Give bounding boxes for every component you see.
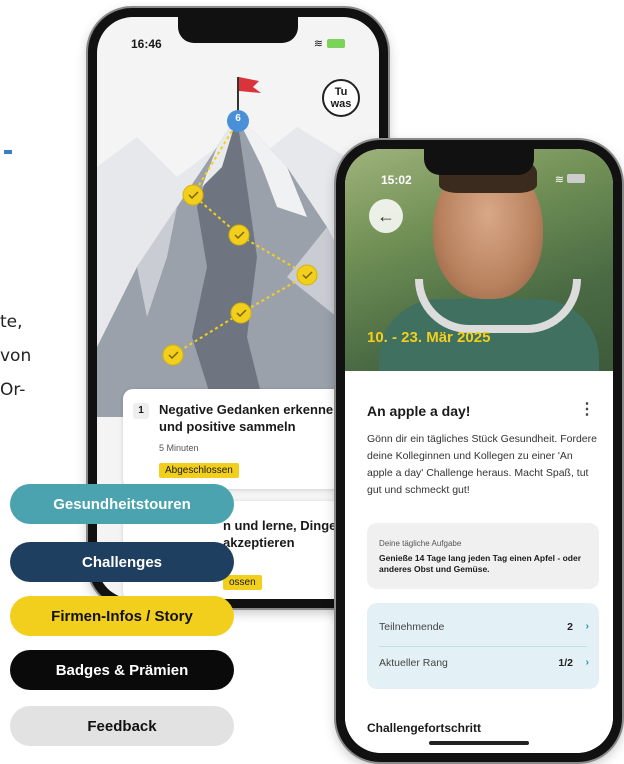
menu-challenges-button[interactable]: Challenges (10, 542, 234, 582)
home-indicator (429, 741, 529, 745)
phone-notch (178, 17, 298, 43)
more-options-icon[interactable]: ⋮ (579, 399, 595, 419)
wifi-icon: ≋ (313, 38, 323, 50)
challenge-title: An apple a day! (367, 403, 471, 419)
status-icons: ≋ (555, 173, 585, 186)
challenge-description: Gönn dir ein tägliches Stück Gesundheit.… (367, 433, 597, 496)
daily-task-box: Deine tägliche Aufgabe Genieße 14 Tage l… (367, 523, 599, 589)
chevron-right-icon: › (585, 620, 590, 632)
task-duration: 5 Minuten (159, 443, 199, 453)
daily-task-label: Deine tägliche Aufgabe (379, 539, 462, 548)
phone-notch (424, 149, 534, 175)
menu-badges-button[interactable]: Badges & Prämien (10, 650, 234, 690)
phone-screen: 15:02 ≋ ← 10. - 23. Mär 2025 An apple a … (345, 149, 613, 753)
status-time: 15:02 (381, 173, 412, 187)
menu-feedback-button[interactable]: Feedback (10, 706, 234, 746)
phone-challenge-detail: 15:02 ≋ ← 10. - 23. Mär 2025 An apple a … (336, 140, 622, 762)
menu-firmen-infos-button[interactable]: Firmen-Infos / Story (10, 596, 234, 636)
stat-participants[interactable]: Teilnehmende 2 › (379, 620, 590, 641)
battery-icon (327, 39, 345, 48)
daily-task-text: Genieße 14 Tage lang jeden Tag einen Apf… (379, 553, 581, 574)
stat-value: 2 (567, 621, 573, 633)
stat-rank[interactable]: Aktueller Rang 1/2 › (379, 656, 590, 677)
text-fragment: te, (0, 312, 23, 332)
divider (379, 646, 587, 647)
accent-dash (4, 150, 12, 154)
challenge-content: An apple a day! ⋮ Gönn dir ein tägliches… (345, 371, 613, 753)
summit-step-number: 6 (235, 113, 241, 124)
status-icons: ≋ (314, 37, 345, 50)
tuwas-logo: Tu was (322, 79, 360, 117)
text-fragment: Or- (0, 380, 26, 400)
date-range: 10. - 23. Mär 2025 (367, 329, 491, 346)
back-arrow-button[interactable]: ← (369, 199, 403, 233)
status-time: 16:46 (131, 37, 162, 51)
status-badge: ossen (223, 575, 262, 590)
wifi-icon: ≋ (554, 174, 564, 186)
status-badge: Abgeschlossen (159, 463, 239, 478)
progress-title: Challengefortschritt (367, 721, 482, 735)
stats-box: Teilnehmende 2 › Aktueller Rang 1/2 › (367, 603, 599, 689)
battery-icon (567, 174, 585, 183)
chevron-right-icon: › (585, 656, 590, 668)
menu-gesundheitstouren-button[interactable]: Gesundheitstouren (10, 484, 234, 524)
task-title: Negative Gedanken erkennen und positive … (159, 402, 342, 434)
task-number: 1 (133, 403, 149, 419)
stat-label: Teilnehmende (379, 621, 445, 633)
stat-label: Aktueller Rang (379, 657, 448, 669)
text-fragment: von (0, 346, 32, 366)
stat-value: 1/2 (558, 657, 573, 669)
